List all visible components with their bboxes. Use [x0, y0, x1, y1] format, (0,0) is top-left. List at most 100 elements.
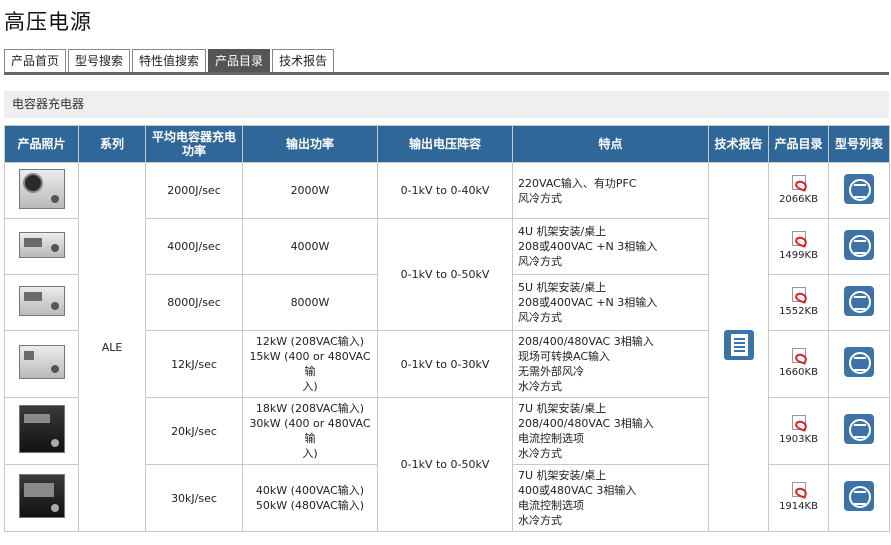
product-photo[interactable] [18, 474, 65, 518]
product-photo[interactable] [18, 168, 65, 209]
model-list-icon[interactable] [844, 285, 874, 316]
tab-product-catalog[interactable]: 产品目录 [208, 49, 271, 73]
pdf-icon [791, 482, 806, 497]
feature-line: 风冷方式 [518, 255, 562, 268]
feature-line: 208/400/480VAC 3相输入 [518, 335, 654, 348]
rate-cell: 30kJ/sec [145, 464, 243, 532]
voltage-cell: 0-1kV to 0-30kV [377, 330, 513, 398]
power-line: 4000W [290, 240, 330, 253]
photo-cell [4, 464, 79, 532]
series-cell: ALE [78, 162, 146, 532]
pdf-size: 1499KB [779, 249, 818, 261]
voltage-cell: 0-1kV to 0-50kV [377, 218, 513, 331]
header-catalog: 产品目录 [768, 125, 829, 163]
catalog-pdf-link[interactable]: 1660KB [779, 348, 818, 380]
photo-cell [4, 330, 79, 398]
product-photo[interactable] [18, 231, 65, 258]
pdf-icon [791, 286, 806, 302]
header-features: 特点 [512, 125, 709, 163]
pdf-size: 1914KB [779, 501, 818, 512]
feature-line: 水冷方式 [518, 514, 562, 527]
feature-line: 水冷方式 [518, 447, 562, 460]
header-energy-rate: 平均电容器充电功率 [145, 125, 243, 163]
rate-cell: 2000J/sec [145, 162, 243, 219]
catalog-pdf-link[interactable]: 1499KB [779, 230, 818, 263]
feature-line: 无需外部风冷 [518, 365, 584, 378]
voltage-cell: 0-1kV to 0-40kV [377, 162, 513, 219]
pdf-icon [791, 348, 806, 363]
feature-line: 电流控制选项 [518, 499, 584, 512]
product-photo[interactable] [18, 285, 65, 316]
tab-tech-report[interactable]: 技术报告 [272, 49, 335, 73]
model-list-icon[interactable] [844, 229, 874, 260]
catalog-cell: 1660KB [768, 330, 829, 398]
model-list-icon[interactable] [844, 347, 874, 377]
model-list-icon[interactable] [844, 173, 874, 204]
page-title: 高压电源 [4, 10, 92, 34]
rate-cell: 12kJ/sec [145, 330, 243, 398]
model-list-icon[interactable] [844, 414, 874, 444]
pdf-icon [791, 174, 806, 190]
catalog-cell: 1499KB [768, 218, 829, 275]
feature-line: 7U 机架安装/桌上 [518, 402, 607, 415]
feature-line: 208或400VAC +N 3相输入 [518, 296, 658, 309]
model-list-cell [828, 162, 890, 219]
section-header: 电容器充电器 [4, 91, 889, 118]
power-cell: 8000W [242, 274, 378, 331]
header-photo: 产品照片 [4, 125, 79, 163]
catalog-pdf-link[interactable]: 1552KB [779, 286, 818, 319]
model-list-cell [828, 397, 890, 465]
power-line: 15kW (400 or 480VAC输 [249, 350, 371, 378]
feature-line: 风冷方式 [518, 191, 562, 205]
pdf-size: 1903KB [779, 434, 818, 445]
power-line: 入) [302, 380, 318, 393]
product-photo[interactable] [18, 345, 65, 379]
table-header-row: 产品照片 系列 平均电容器充电功率 输出功率 输出电压阵容 特点 技术报告 产品… [4, 125, 890, 163]
rate-cell: 8000J/sec [145, 274, 243, 331]
feature-line: 风冷方式 [518, 311, 562, 324]
feature-line: 5U 机架安装/桌上 [518, 281, 607, 294]
power-line: 30kW (400 or 480VAC输 [249, 417, 371, 445]
pdf-icon [791, 230, 806, 246]
tab-spec-search[interactable]: 特性值搜索 [132, 49, 207, 73]
section-title: 电容器充电器 [12, 97, 85, 111]
tab-product-home[interactable]: 产品首页 [4, 49, 67, 73]
power-line: 8000W [290, 296, 330, 309]
tech-report-icon[interactable] [723, 330, 754, 360]
model-list-icon[interactable] [844, 481, 874, 511]
tab-divider [4, 72, 889, 75]
header-series: 系列 [78, 125, 146, 163]
table-row: ALE 2000J/sec 2000W 0-1kV to 0-40kV 220V… [4, 162, 890, 532]
tab-bar: 产品首页 型号搜索 特性值搜索 产品目录 技术报告 [4, 49, 336, 73]
header-voltage-range: 输出电压阵容 [377, 125, 513, 163]
features-cell: 7U 机架安装/桌上 400或480VAC 3相输入 电流控制选项 水冷方式 [512, 464, 709, 532]
power-cell: 4000W [242, 218, 378, 275]
catalog-pdf-link[interactable]: 1914KB [779, 482, 818, 514]
feature-line: 208/400/480VAC 3相输入 [518, 417, 654, 430]
feature-line: 7U 机架安装/桌上 [518, 469, 607, 482]
header-model-list: 型号列表 [828, 125, 890, 163]
power-line: 40kW (400VAC输入) [255, 484, 365, 497]
product-photo[interactable] [18, 405, 65, 453]
photo-cell [4, 274, 79, 331]
catalog-cell: 1552KB [768, 274, 829, 331]
tab-model-search[interactable]: 型号搜索 [68, 49, 131, 73]
features-cell: 7U 机架安装/桌上 208/400/480VAC 3相输入 电流控制选项 水冷… [512, 397, 709, 465]
power-line: 2000W [290, 184, 330, 197]
model-list-cell [828, 218, 890, 275]
features-cell: 5U 机架安装/桌上 208或400VAC +N 3相输入 风冷方式 [512, 274, 709, 331]
photo-cell [4, 218, 79, 275]
photo-cell [4, 162, 79, 219]
features-cell: 4U 机架安装/桌上 208或400VAC +N 3相输入 风冷方式 [512, 218, 709, 275]
catalog-pdf-link[interactable]: 1903KB [779, 415, 818, 447]
catalog-pdf-link[interactable]: 2066KB [779, 174, 818, 207]
pdf-size: 1660KB [779, 367, 818, 378]
feature-line: 现场可转换AC输入 [518, 350, 611, 363]
header-output-power: 输出功率 [242, 125, 378, 163]
feature-line: 400或480VAC 3相输入 [518, 484, 637, 497]
feature-line: 水冷方式 [518, 380, 562, 393]
power-cell: 40kW (400VAC输入) 50kW (480VAC输入) [242, 464, 378, 532]
feature-line: 220VAC输入、有功PFC [518, 176, 637, 190]
features-cell: 220VAC输入、有功PFC 风冷方式 [512, 162, 709, 219]
rate-cell: 20kJ/sec [145, 397, 243, 465]
